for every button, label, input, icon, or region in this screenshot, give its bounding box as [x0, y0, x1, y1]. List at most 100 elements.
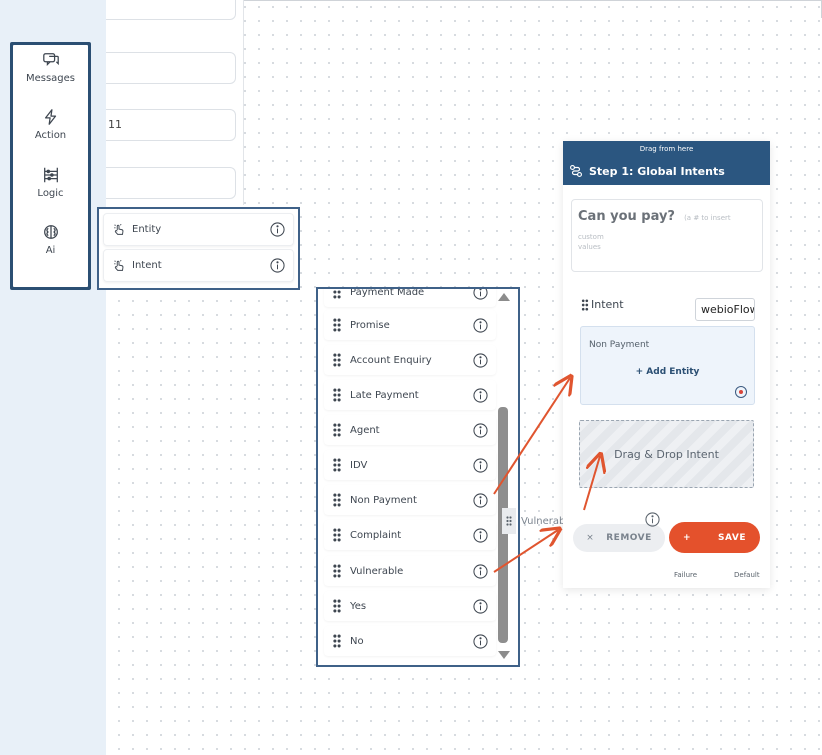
drag-handle-icon[interactable] [332, 318, 342, 332]
intent-entity-card[interactable]: Non Payment + Add Entity [580, 326, 755, 405]
drag-handle-icon[interactable] [332, 458, 342, 472]
drag-handle-icon[interactable] [502, 508, 516, 534]
remove-button[interactable]: × REMOVE [573, 524, 665, 552]
save-button-label: SAVE [718, 532, 746, 543]
info-icon[interactable] [645, 512, 660, 527]
hand-pointer-icon [114, 223, 124, 235]
intent-list-item[interactable]: Complaint [324, 520, 496, 550]
intent-list-item-label: No [350, 635, 364, 647]
flow-name-input[interactable]: webioFlow [695, 298, 755, 321]
info-icon[interactable] [473, 492, 488, 508]
abacus-icon [13, 166, 88, 186]
intent-list-item-label: Agent [350, 424, 380, 436]
intent-list-item-label: Promise [350, 319, 390, 331]
intent-section-label[interactable]: Intent [581, 298, 624, 311]
drag-handle-icon[interactable] [332, 287, 342, 299]
intent-list-panel: Payment Made Promise Account Enquiry Late P… [316, 287, 520, 667]
message-textarea[interactable]: Can you pay? (a # to insert custom value… [571, 199, 763, 272]
submenu-item-entity[interactable]: Entity [103, 213, 294, 246]
intent-name: Non Payment [589, 340, 650, 350]
intent-list-item-label: IDV [350, 459, 368, 471]
info-icon[interactable] [473, 527, 488, 543]
close-icon: × [586, 533, 595, 543]
chat-bubbles-icon [13, 51, 88, 71]
info-icon[interactable] [473, 633, 488, 649]
brain-icon [13, 223, 88, 243]
info-icon[interactable] [473, 352, 488, 368]
flow-node-step-1: Drag from here Step 1: Global Intents Ca… [563, 141, 770, 588]
intent-list-item-label: Payment Made [350, 287, 425, 298]
plus-icon: + [683, 532, 692, 543]
intent-label-text: Intent [591, 298, 624, 311]
info-icon[interactable] [473, 317, 488, 333]
default-output-label: Default [734, 571, 760, 579]
intent-list-item[interactable]: No [324, 626, 496, 656]
message-hint-continued: values [578, 243, 601, 251]
node-header: Step 1: Global Intents [563, 157, 770, 185]
toolbar-item-label: Messages [25, 73, 76, 84]
node-title: Step 1: Global Intents [589, 164, 725, 178]
scroll-down-arrow-icon[interactable] [498, 651, 510, 659]
submenu-item-label: Intent [132, 260, 162, 271]
info-icon[interactable] [473, 457, 488, 473]
intent-list-item[interactable]: IDV [324, 450, 496, 480]
intent-list-item-label: Complaint [350, 529, 402, 541]
add-entity-button[interactable]: + Add Entity [581, 367, 754, 377]
property-field-1[interactable] [106, 0, 236, 20]
drag-handle-icon[interactable] [332, 634, 342, 648]
drag-handle-icon[interactable] [581, 298, 589, 311]
scroll-up-arrow-icon[interactable] [498, 293, 510, 301]
ai-submenu: Entity Intent [97, 207, 300, 290]
drag-handle-icon[interactable] [332, 423, 342, 437]
property-field-3[interactable]: 11 [106, 109, 236, 141]
info-icon[interactable] [270, 258, 285, 273]
drag-handle-icon[interactable] [332, 388, 342, 402]
intent-drop-zone[interactable]: Drag & Drop Intent [579, 420, 754, 488]
flow-route-icon [570, 165, 582, 177]
intent-list-item[interactable]: Promise [324, 310, 496, 340]
connector-port-icon[interactable] [735, 386, 747, 398]
intent-list-item-label: Late Payment [350, 389, 419, 401]
save-button[interactable]: + SAVE [669, 522, 760, 553]
drag-handle-icon[interactable] [332, 353, 342, 367]
intent-list-item[interactable]: Non Payment [324, 485, 496, 515]
toolbar-item-logic[interactable]: Logic [13, 166, 88, 199]
submenu-item-label: Entity [132, 224, 162, 235]
intent-list-item-label: Account Enquiry [350, 354, 432, 366]
info-icon[interactable] [473, 598, 488, 614]
info-icon[interactable] [473, 387, 488, 403]
lightning-icon [13, 108, 88, 128]
message-text: Can you pay? [578, 209, 675, 224]
intent-list-item-label: Yes [350, 600, 367, 612]
intent-list-item[interactable]: Payment Made [324, 287, 496, 307]
intent-list-item[interactable]: Late Payment [324, 380, 496, 410]
property-field-4[interactable] [106, 167, 236, 199]
intent-list-item-label: Vulnerable [350, 565, 404, 577]
info-icon[interactable] [473, 287, 488, 300]
toolbar-item-label: Logic [37, 188, 64, 199]
intent-list-item[interactable]: Vulnerable [324, 556, 496, 586]
drag-handle-icon[interactable] [332, 564, 342, 578]
canvas-top-border [244, 0, 822, 1]
drag-handle-icon[interactable] [332, 493, 342, 507]
property-field-2[interactable] [106, 52, 236, 84]
node-drag-handle[interactable]: Drag from here [563, 141, 770, 157]
toolbar-item-ai[interactable]: Ai [13, 223, 88, 256]
info-icon[interactable] [270, 222, 285, 237]
drag-handle-icon[interactable] [332, 599, 342, 613]
drag-handle-icon[interactable] [332, 528, 342, 542]
info-icon[interactable] [473, 563, 488, 579]
toolbar-item-label: Ai [45, 245, 56, 256]
toolbar-item-action[interactable]: Action [13, 108, 88, 141]
node-toolbar: Messages Action Logic Ai [10, 42, 91, 290]
intent-list-item[interactable]: Account Enquiry [324, 345, 496, 375]
submenu-item-intent[interactable]: Intent [103, 249, 294, 282]
remove-button-label: REMOVE [606, 533, 652, 543]
intent-list-item[interactable]: Agent [324, 415, 496, 445]
toolbar-item-messages[interactable]: Messages [13, 51, 88, 84]
properties-panel: 11 [106, 0, 244, 205]
info-icon[interactable] [473, 422, 488, 438]
toolbar-item-label: Action [34, 130, 67, 141]
intent-list-item[interactable]: Yes [324, 591, 496, 621]
hand-pointer-icon [114, 259, 124, 271]
